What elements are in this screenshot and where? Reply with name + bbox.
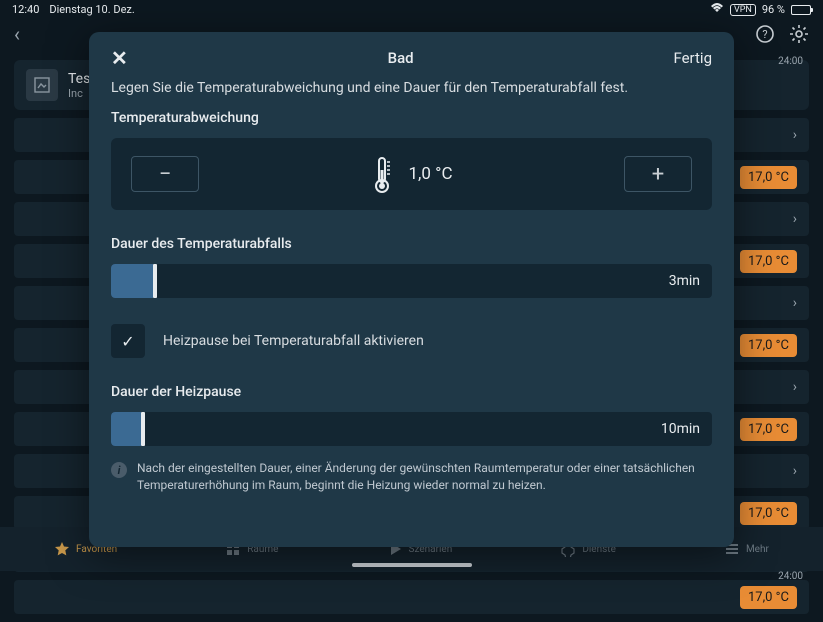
temp-badge: 17,0 °C [740,418,797,441]
profile-icon [26,69,58,101]
temp-badge: 17,0 °C [740,334,797,357]
chevron-right-icon: › [793,211,797,227]
time-label: 24:00 [778,56,803,67]
battery-icon [791,5,811,15]
section-pause-duration-label: Dauer der Heizpause [111,384,712,400]
battery-percent: 96 % [762,3,785,16]
info-text: Nach der eingestellten Dauer, einer Ände… [137,460,712,494]
temp-badge: 17,0 °C [740,166,797,189]
tab-label: Mehr [746,544,769,555]
svg-text:?: ? [762,28,767,41]
decrease-button[interactable]: − [131,156,199,192]
close-icon[interactable]: ✕ [111,46,128,70]
pause-duration-value: 10min [661,421,700,437]
back-icon[interactable]: ‹ [14,22,20,46]
thermometer-icon [370,154,396,194]
settings-modal: ✕ Bad Fertig Legen Sie die Temperaturabw… [89,32,734,547]
time-label: 24:00 [778,571,803,582]
section-deviation-label: Temperaturabweichung [111,110,712,126]
drop-duration-value: 3min [669,273,700,289]
slider-fill [111,412,141,446]
temp-badge: 17,0 °C [740,250,797,273]
instruction-text: Legen Sie die Temperaturabweichung und e… [111,80,712,96]
slider-thumb[interactable] [153,264,157,298]
gear-icon[interactable] [789,24,809,44]
pause-duration-slider[interactable]: 10min [111,412,712,446]
drop-duration-slider[interactable]: 3min [111,264,712,298]
chevron-right-icon: › [793,127,797,143]
slider-thumb[interactable] [141,412,145,446]
chevron-right-icon: › [793,295,797,311]
help-icon[interactable]: ? [755,24,775,44]
status-date: Dienstag 10. Dez. [49,3,134,16]
home-indicator[interactable] [352,563,472,567]
vpn-badge: VPN [730,4,756,16]
card-title: Tes [68,71,90,87]
deviation-value: 1,0 °C [408,164,452,184]
temp-badge: 17,0 °C [740,502,797,525]
bg-row[interactable]: 17,0 °C [14,580,809,614]
increase-button[interactable]: + [624,156,692,192]
card-sub: Inc [68,87,90,100]
chevron-right-icon: › [793,463,797,479]
star-icon [54,541,70,557]
chevron-right-icon: › [793,379,797,395]
wifi-icon [710,3,724,16]
done-button[interactable]: Fertig [673,49,712,67]
checkbox-label: Heizpause bei Temperaturabfall aktiviere… [163,333,424,349]
check-icon: ✓ [121,332,134,351]
status-time: 12:40 [12,3,39,16]
info-icon: i [111,462,127,478]
heating-pause-checkbox[interactable]: ✓ [111,324,145,358]
status-bar: 12:40 Dienstag 10. Dez. VPN 96 % [0,0,823,19]
section-drop-duration-label: Dauer des Temperaturabfalls [111,236,712,252]
slider-fill [111,264,153,298]
temp-badge: 17,0 °C [740,586,797,609]
modal-title: Bad [388,49,414,67]
deviation-stepper: − 1,0 °C + [111,138,712,210]
